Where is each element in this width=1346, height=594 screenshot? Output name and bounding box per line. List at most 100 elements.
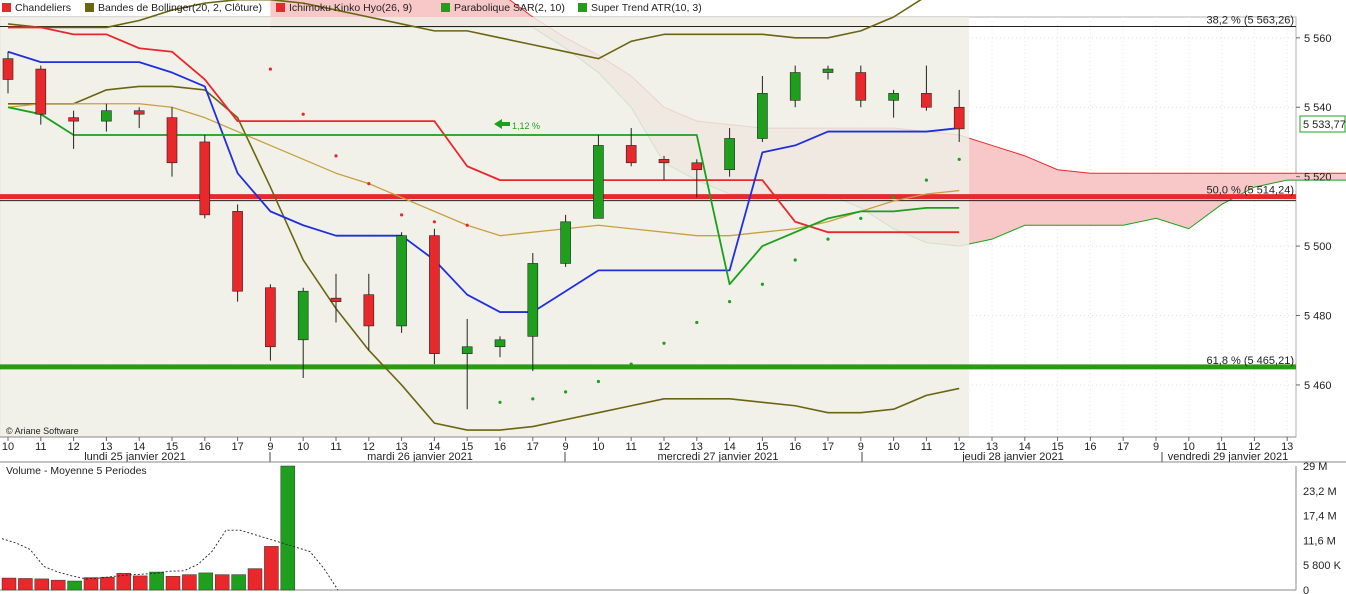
y-tick-label: 5 540 bbox=[1304, 102, 1332, 114]
candle-body bbox=[560, 221, 571, 264]
x-tick-label: 9 bbox=[563, 441, 569, 453]
x-tick-label: 16 bbox=[199, 441, 211, 453]
x-tick-label: 11 bbox=[921, 441, 932, 453]
candle-body bbox=[757, 93, 768, 139]
x-tick-label: 9 bbox=[267, 441, 273, 453]
candle-body bbox=[724, 138, 735, 171]
legend-swatch bbox=[2, 3, 11, 12]
day-label: lundi 25 janvier 2021 bbox=[84, 451, 186, 463]
day-label: jeudi 28 janvier 2021 bbox=[961, 451, 1064, 463]
volume-tick-label: 11,6 M bbox=[1303, 535, 1336, 547]
x-tick-label: 17 bbox=[822, 441, 834, 453]
candle-body bbox=[953, 106, 965, 130]
y-tick-label: 5 460 bbox=[1304, 380, 1332, 392]
volume-bar bbox=[280, 465, 296, 591]
sar-dot bbox=[432, 220, 436, 224]
x-tick-label: 10 bbox=[592, 441, 604, 453]
volume-tick-label: 5 800 K bbox=[1303, 560, 1342, 572]
x-tick-label: 10 bbox=[887, 441, 899, 453]
change-label: 1,12 % bbox=[512, 121, 540, 131]
fibo-label: 38,2 % (5 563,26) bbox=[1207, 15, 1294, 27]
chart-canvas: 38,2 % (5 563,26) 50,0 % (5 514,24) 61,8 %… bbox=[0, 0, 1346, 594]
volume-tick-label: 23,2 M bbox=[1303, 486, 1337, 498]
x-tick-label: 16 bbox=[494, 441, 506, 453]
volume-bar bbox=[18, 578, 33, 591]
candle-body bbox=[133, 110, 145, 115]
candle-body bbox=[199, 141, 211, 216]
candle-body bbox=[429, 235, 440, 354]
legend-swatch bbox=[578, 3, 587, 12]
x-tick-label: 12 bbox=[67, 441, 79, 453]
sar-dot bbox=[695, 320, 699, 325]
x-tick-label: 11 bbox=[35, 441, 46, 453]
sar-dot bbox=[760, 282, 765, 286]
x-tick-label: 17 bbox=[527, 441, 539, 453]
legend-item: Chandeliers bbox=[15, 2, 71, 14]
volume-bar bbox=[83, 577, 99, 591]
candle-body bbox=[461, 346, 473, 354]
x-tick-label: 16 bbox=[1084, 441, 1096, 453]
bollinger-zone bbox=[0, 17, 970, 437]
volume-bar bbox=[182, 574, 197, 591]
sar-dot bbox=[596, 379, 601, 384]
volume-bar bbox=[50, 579, 66, 591]
fibo-label: 50,0 % (5 514,24) bbox=[1207, 185, 1294, 197]
x-tick-label: 17 bbox=[231, 441, 243, 453]
legend-swatch bbox=[441, 3, 450, 12]
legend-item: Bandes de Bollinger(20, 2, Clôture) bbox=[98, 2, 262, 14]
sar-dot bbox=[957, 157, 961, 161]
bollinger-shade bbox=[0, 17, 970, 437]
sar-dot bbox=[629, 362, 633, 366]
candle-body bbox=[101, 110, 112, 122]
sar-dot bbox=[924, 178, 929, 182]
y-tick-label: 5 560 bbox=[1304, 33, 1332, 45]
day-label: vendredi 29 janvier 2021 bbox=[1168, 451, 1288, 463]
day-label: mardi 26 janvier 2021 bbox=[367, 451, 473, 463]
last-price-badge[interactable]: 5 533,77 bbox=[1299, 115, 1346, 133]
volume-bar bbox=[149, 571, 164, 591]
sar-dot bbox=[892, 195, 896, 200]
sar-dot bbox=[268, 67, 272, 71]
candle-body bbox=[35, 68, 47, 115]
y-tick-label: 5 520 bbox=[1304, 172, 1332, 184]
candle-body bbox=[363, 294, 375, 327]
sar-dot bbox=[400, 213, 404, 217]
volume-bar bbox=[264, 546, 279, 591]
legend-item: Ichimoku Kinko Hyo(26, 9) bbox=[289, 2, 412, 14]
sar-dot bbox=[531, 397, 535, 401]
volume-bar bbox=[100, 576, 115, 591]
x-tick-label: 16 bbox=[789, 441, 801, 453]
candle-body bbox=[888, 93, 899, 101]
candle-body bbox=[625, 145, 637, 164]
x-tick-label: 11 bbox=[625, 441, 636, 453]
candle-body bbox=[265, 287, 276, 348]
sar-dot bbox=[728, 300, 732, 304]
volume-tick-label: 17,4 M bbox=[1303, 511, 1337, 523]
x-tick-label: 17 bbox=[1117, 441, 1129, 453]
x-tick-label: 11 bbox=[330, 441, 341, 453]
sar-dot bbox=[367, 182, 371, 186]
candle-body bbox=[396, 235, 407, 327]
candle-body bbox=[494, 339, 506, 348]
sar-dot bbox=[498, 400, 502, 404]
candle-body bbox=[855, 72, 867, 101]
sar-dot bbox=[301, 112, 305, 116]
volume-title: Volume - Moyenne 5 Periodes bbox=[6, 465, 147, 477]
volume-tick-label: 29 M bbox=[1303, 461, 1327, 473]
volume-tick-label: 0 bbox=[1303, 585, 1309, 594]
last-price-label: 5 533,77 bbox=[1303, 119, 1346, 131]
legend-item: Parabolique SAR(2, 10) bbox=[454, 2, 565, 14]
candle-body bbox=[822, 68, 834, 73]
day-label: mercredi 27 janvier 2021 bbox=[657, 451, 778, 463]
candle-body bbox=[330, 297, 342, 302]
candle-body bbox=[166, 117, 178, 164]
candle-body bbox=[68, 117, 79, 122]
volume-bar bbox=[132, 575, 148, 591]
sar-dot bbox=[465, 223, 469, 227]
candle-body bbox=[691, 162, 703, 171]
y-tick-label: 5 480 bbox=[1304, 311, 1332, 323]
candle-body bbox=[232, 211, 243, 292]
candle-body bbox=[527, 263, 539, 337]
volume-bar bbox=[198, 572, 214, 591]
sar-dot bbox=[564, 390, 568, 394]
